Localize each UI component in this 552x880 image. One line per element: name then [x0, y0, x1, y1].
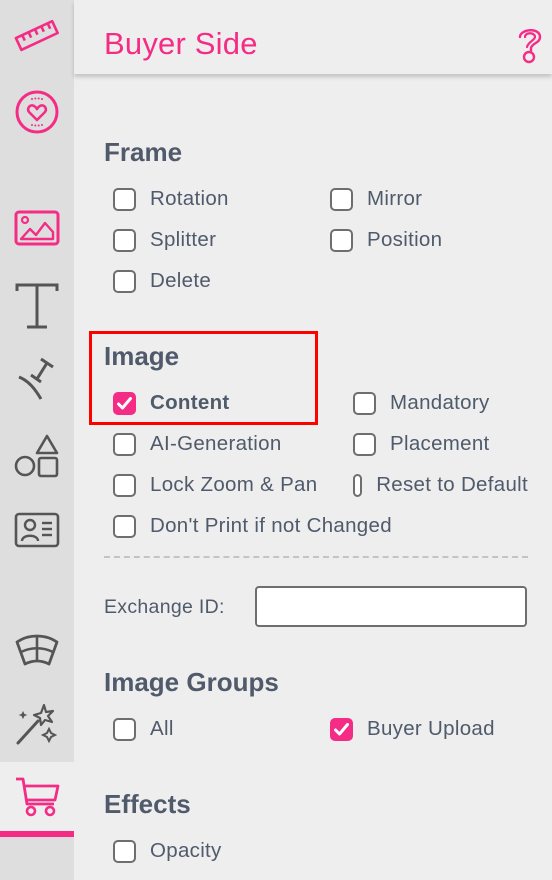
sidebar-item-warp[interactable] — [0, 622, 74, 678]
checkbox-label: Lock Zoom & Pan — [150, 473, 318, 496]
warp-grid-icon — [13, 632, 61, 668]
question-mark-icon[interactable] — [516, 26, 544, 69]
checkbox-mandatory[interactable]: Mandatory — [353, 391, 490, 415]
image-icon — [14, 210, 60, 246]
checkbox-opacity[interactable]: Opacity — [113, 839, 222, 863]
checkbox-label: Buyer Upload — [367, 717, 495, 740]
checkmark-icon — [334, 722, 349, 735]
checkbox-splitter[interactable]: Splitter — [113, 228, 216, 252]
sidebar-item-effects[interactable] — [0, 696, 74, 752]
checkbox-label: AI-Generation — [150, 432, 282, 455]
sidebar-item-image[interactable] — [0, 200, 74, 256]
checkbox-box[interactable] — [113, 187, 136, 211]
checkbox-placement[interactable]: Placement — [353, 432, 490, 456]
properties-panel: Buyer Side Frame Rotation Mirror Splitte… — [74, 0, 552, 880]
checkbox-mirror[interactable]: Mirror — [330, 187, 422, 211]
checkbox-box[interactable] — [113, 432, 136, 456]
checkbox-box[interactable] — [330, 187, 353, 211]
checkbox-box[interactable] — [113, 228, 136, 252]
checkbox-label: Mandatory — [390, 391, 490, 414]
checkbox-lock-zoom-pan[interactable]: Lock Zoom & Pan — [113, 473, 317, 497]
section-title-effects: Effects — [104, 789, 191, 819]
checkbox-reset-to-default[interactable]: Reset to Default — [353, 473, 528, 497]
checkbox-ai-generation[interactable]: AI-Generation — [113, 432, 282, 456]
checkbox-dont-print-if-not-changed[interactable]: Don't Print if not Changed — [113, 514, 392, 538]
checkbox-label: Reset to Default — [376, 473, 528, 496]
checkbox-box[interactable] — [113, 717, 136, 741]
checkmark-icon — [117, 396, 132, 409]
checkbox-box[interactable] — [113, 269, 136, 293]
dashed-divider — [104, 556, 528, 558]
magic-wand-icon — [14, 701, 60, 747]
sidebar-item-buyer-side[interactable] — [0, 762, 74, 831]
contact-card-icon — [14, 512, 60, 548]
text-icon — [14, 283, 60, 329]
checkbox-content[interactable]: Content — [113, 391, 230, 415]
checkbox-label: Splitter — [150, 228, 217, 251]
exchange-id-input[interactable] — [255, 586, 527, 627]
checkbox-box-checked[interactable] — [330, 717, 353, 741]
tool-sidebar — [0, 0, 74, 880]
checkbox-box[interactable] — [353, 432, 376, 456]
checkbox-buyer-upload[interactable]: Buyer Upload — [330, 717, 495, 741]
checkbox-delete[interactable]: Delete — [113, 269, 211, 293]
checkbox-box[interactable] — [330, 228, 353, 252]
sidebar-item-shapes[interactable] — [0, 428, 74, 484]
sidebar-item-curved-text[interactable] — [0, 352, 74, 408]
checkbox-box[interactable] — [353, 473, 363, 497]
checkbox-label: Opacity — [150, 839, 222, 862]
curved-text-icon — [15, 357, 59, 403]
checkbox-box[interactable] — [353, 391, 376, 415]
cart-icon — [14, 776, 60, 818]
checkbox-box[interactable] — [113, 839, 136, 863]
checkbox-label: All — [150, 717, 174, 740]
sidebar-item-dimensions[interactable] — [0, 8, 74, 64]
panel-header: Buyer Side — [74, 0, 552, 74]
checkbox-box-checked[interactable] — [113, 391, 136, 415]
panel-title: Buyer Side — [104, 26, 258, 61]
checkbox-all[interactable]: All — [113, 717, 174, 741]
checkbox-rotation[interactable]: Rotation — [113, 187, 229, 211]
sidebar-item-favorites[interactable] — [0, 84, 74, 140]
section-title-image: Image — [104, 341, 180, 371]
selected-tab-indicator — [0, 831, 74, 837]
exchange-id-label: Exchange ID: — [104, 596, 225, 618]
ruler-icon — [13, 18, 61, 54]
checkbox-box[interactable] — [113, 473, 136, 497]
sidebar-item-text[interactable] — [0, 278, 74, 334]
checkbox-label: Rotation — [150, 187, 229, 210]
shapes-icon — [13, 432, 61, 480]
checkbox-label: Delete — [150, 269, 212, 292]
heart-badge-icon — [13, 88, 61, 136]
checkbox-box[interactable] — [113, 514, 136, 538]
checkbox-label: Content — [150, 391, 230, 414]
checkbox-label: Don't Print if not Changed — [150, 514, 392, 537]
checkbox-label: Mirror — [367, 187, 423, 210]
sidebar-item-contact[interactable] — [0, 502, 74, 558]
checkbox-label: Placement — [390, 432, 490, 455]
section-title-image-groups: Image Groups — [104, 667, 279, 697]
checkbox-position[interactable]: Position — [330, 228, 442, 252]
checkbox-label: Position — [367, 228, 443, 251]
section-title-frame: Frame — [104, 137, 183, 167]
